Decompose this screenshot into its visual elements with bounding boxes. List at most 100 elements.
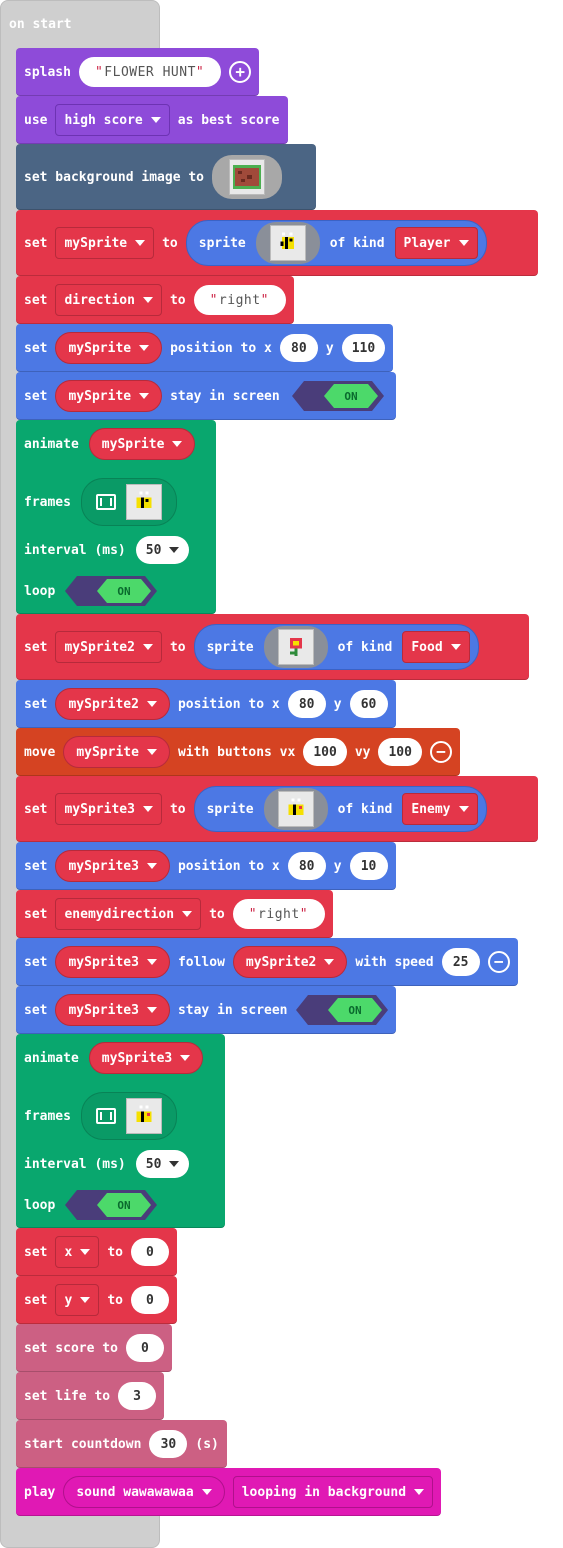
background-image-picker[interactable] bbox=[212, 155, 283, 199]
x-input[interactable]: 80 bbox=[287, 852, 326, 880]
stay1-sprite-dropdown[interactable]: mySprite bbox=[55, 380, 163, 412]
minus-circle-icon[interactable]: − bbox=[487, 951, 510, 973]
sprite-image-picker[interactable] bbox=[255, 222, 320, 264]
sprite-image-picker[interactable] bbox=[263, 626, 328, 668]
move-with-buttons-block[interactable]: move mySprite with buttons vx 100 vy 100… bbox=[16, 728, 460, 776]
of-kind-label: of kind bbox=[337, 801, 393, 817]
sprite3-variable-dropdown[interactable]: mySprite3 bbox=[55, 793, 162, 825]
position-label: position to x bbox=[177, 696, 280, 712]
sprite-kind-dropdown[interactable]: Player bbox=[394, 227, 478, 259]
y-input[interactable]: 60 bbox=[349, 690, 388, 718]
vx-input[interactable]: 100 bbox=[303, 738, 347, 766]
dropdown-caret-icon bbox=[139, 345, 150, 351]
position1-sprite-dropdown[interactable]: mySprite bbox=[55, 332, 163, 364]
interval-dropdown[interactable]: 50 bbox=[135, 536, 190, 564]
dropdown-caret-icon bbox=[324, 959, 335, 965]
direction-variable-dropdown[interactable]: direction bbox=[55, 284, 162, 316]
direction-text-field[interactable]: " right " bbox=[193, 285, 286, 315]
play-sound-block[interactable]: play sound wawawawaa looping in backgrou… bbox=[16, 1468, 442, 1516]
set-score-block[interactable]: set score to 0 bbox=[16, 1324, 172, 1372]
y-value-input[interactable]: 0 bbox=[130, 1286, 169, 1314]
sprite-create-reporter[interactable]: sprite of kind Enemy bbox=[193, 786, 487, 832]
sprite2-variable-dropdown[interactable]: mySprite2 bbox=[55, 631, 162, 663]
dropdown-caret-icon bbox=[142, 297, 153, 303]
with-speed-label: with speed bbox=[355, 954, 434, 970]
position1-block[interactable]: set mySprite position to x 80 y 110 bbox=[16, 324, 394, 372]
sprite1-variable-dropdown[interactable]: mySprite bbox=[55, 227, 155, 259]
loop1-toggle[interactable]: ON bbox=[65, 576, 158, 606]
stay3-sprite-dropdown[interactable]: mySprite3 bbox=[55, 994, 170, 1026]
loop3-toggle[interactable]: ON bbox=[65, 1190, 158, 1220]
set-label: set bbox=[24, 1244, 48, 1260]
animate1-sprite-dropdown[interactable]: mySprite bbox=[88, 428, 196, 460]
frames-editor[interactable] bbox=[80, 1092, 177, 1140]
toggle-state: ON bbox=[118, 585, 131, 598]
plus-circle-icon[interactable]: + bbox=[229, 61, 252, 83]
enemydirection-variable-dropdown[interactable]: enemydirection bbox=[55, 898, 202, 930]
on-start-label: on start bbox=[9, 17, 72, 32]
set-background-block[interactable]: set background image to bbox=[16, 144, 316, 210]
set-sprite3-block[interactable]: set mySprite3 to sprite of kind Enemy bbox=[16, 776, 538, 842]
sprite-image-picker[interactable] bbox=[263, 788, 328, 830]
x-value-input[interactable]: 0 bbox=[130, 1238, 169, 1266]
splash-block[interactable]: splash " FLOWER HUNT " + bbox=[16, 48, 260, 96]
stay-in-screen1-block[interactable]: set mySprite stay in screen ON bbox=[16, 372, 396, 420]
splash-text-field[interactable]: " FLOWER HUNT " bbox=[78, 57, 222, 87]
speed-input[interactable]: 25 bbox=[441, 948, 480, 976]
play-mode-dropdown[interactable]: looping in background bbox=[232, 1476, 434, 1508]
use-label: use bbox=[24, 112, 48, 128]
loop-label: loop bbox=[24, 583, 56, 599]
sprite-create-reporter[interactable]: sprite of kind Player bbox=[185, 220, 487, 266]
stay-in-screen3-block[interactable]: set mySprite3 stay in screen ON bbox=[16, 986, 396, 1034]
start-countdown-block[interactable]: start countdown 30 (s) bbox=[16, 1420, 227, 1468]
enemydirection-text-field[interactable]: " right " bbox=[232, 899, 326, 929]
y-input[interactable]: 110 bbox=[341, 334, 386, 362]
position3-block[interactable]: set mySprite3 position to x 80 y 10 bbox=[16, 842, 396, 890]
set-direction-block[interactable]: set direction to " right " bbox=[16, 276, 294, 324]
y-variable-dropdown[interactable]: y bbox=[55, 1284, 100, 1316]
position3-sprite-dropdown[interactable]: mySprite3 bbox=[55, 850, 170, 882]
sprite-create-reporter[interactable]: sprite of kind Food bbox=[193, 624, 479, 670]
countdown-input[interactable]: 30 bbox=[149, 1430, 188, 1458]
set-y-block[interactable]: set y to 0 bbox=[16, 1276, 177, 1324]
set-sprite2-block[interactable]: set mySprite2 to sprite of kind Food bbox=[16, 614, 529, 680]
use-best-score-block[interactable]: use high score as best score bbox=[16, 96, 288, 144]
sound-dropdown[interactable]: sound wawawawaa bbox=[63, 1476, 225, 1508]
animate3-block[interactable]: animate mySprite3 frames interval (ms) 5… bbox=[16, 1034, 225, 1228]
animate1-block[interactable]: animate mySprite frames interval (ms) 50… bbox=[16, 420, 216, 614]
interval-dropdown[interactable]: 50 bbox=[135, 1150, 190, 1178]
stay3-toggle[interactable]: ON bbox=[295, 995, 388, 1025]
x-variable-dropdown[interactable]: x bbox=[55, 1236, 100, 1268]
score-input[interactable]: 0 bbox=[125, 1334, 164, 1362]
follow-block[interactable]: set mySprite3 follow mySprite2 with spee… bbox=[16, 938, 518, 986]
x-input[interactable]: 80 bbox=[279, 334, 318, 362]
dropdown-caret-icon bbox=[80, 1249, 91, 1255]
target-sprite-dropdown[interactable]: mySprite2 bbox=[232, 946, 348, 978]
sprite-kind-dropdown[interactable]: Food bbox=[402, 631, 470, 663]
x-input[interactable]: 80 bbox=[287, 690, 326, 718]
score-type-value: high score bbox=[64, 112, 143, 128]
y-input[interactable]: 10 bbox=[349, 852, 388, 880]
dropdown-caret-icon bbox=[146, 863, 157, 869]
set-enemydirection-block[interactable]: set enemydirection to " right " bbox=[16, 890, 334, 938]
set-x-block[interactable]: set x to 0 bbox=[16, 1228, 177, 1276]
dropdown-caret-icon bbox=[182, 911, 193, 917]
minus-circle-icon[interactable]: − bbox=[429, 741, 452, 763]
position2-sprite-dropdown[interactable]: mySprite2 bbox=[55, 688, 170, 720]
stay1-toggle[interactable]: ON bbox=[288, 381, 388, 411]
position2-block[interactable]: set mySprite2 position to x 80 y 60 bbox=[16, 680, 396, 728]
frames-editor[interactable] bbox=[80, 478, 177, 526]
set-label: set bbox=[24, 1002, 48, 1018]
animate3-sprite-dropdown[interactable]: mySprite3 bbox=[88, 1042, 204, 1074]
set-sprite1-block[interactable]: set mySprite to sprite of kind Player bbox=[16, 210, 538, 276]
vy-input[interactable]: 100 bbox=[378, 738, 422, 766]
move-sprite-dropdown[interactable]: mySprite bbox=[63, 736, 170, 768]
sprite-kind-dropdown[interactable]: Enemy bbox=[402, 793, 478, 825]
dropdown-caret-icon bbox=[142, 806, 153, 812]
bee-sprite-image bbox=[277, 791, 314, 827]
dropdown-caret-icon bbox=[458, 240, 469, 246]
score-type-dropdown[interactable]: high score bbox=[55, 104, 170, 136]
life-input[interactable]: 3 bbox=[118, 1382, 157, 1410]
follower-sprite-dropdown[interactable]: mySprite3 bbox=[55, 946, 170, 978]
set-life-block[interactable]: set life to 3 bbox=[16, 1372, 165, 1420]
